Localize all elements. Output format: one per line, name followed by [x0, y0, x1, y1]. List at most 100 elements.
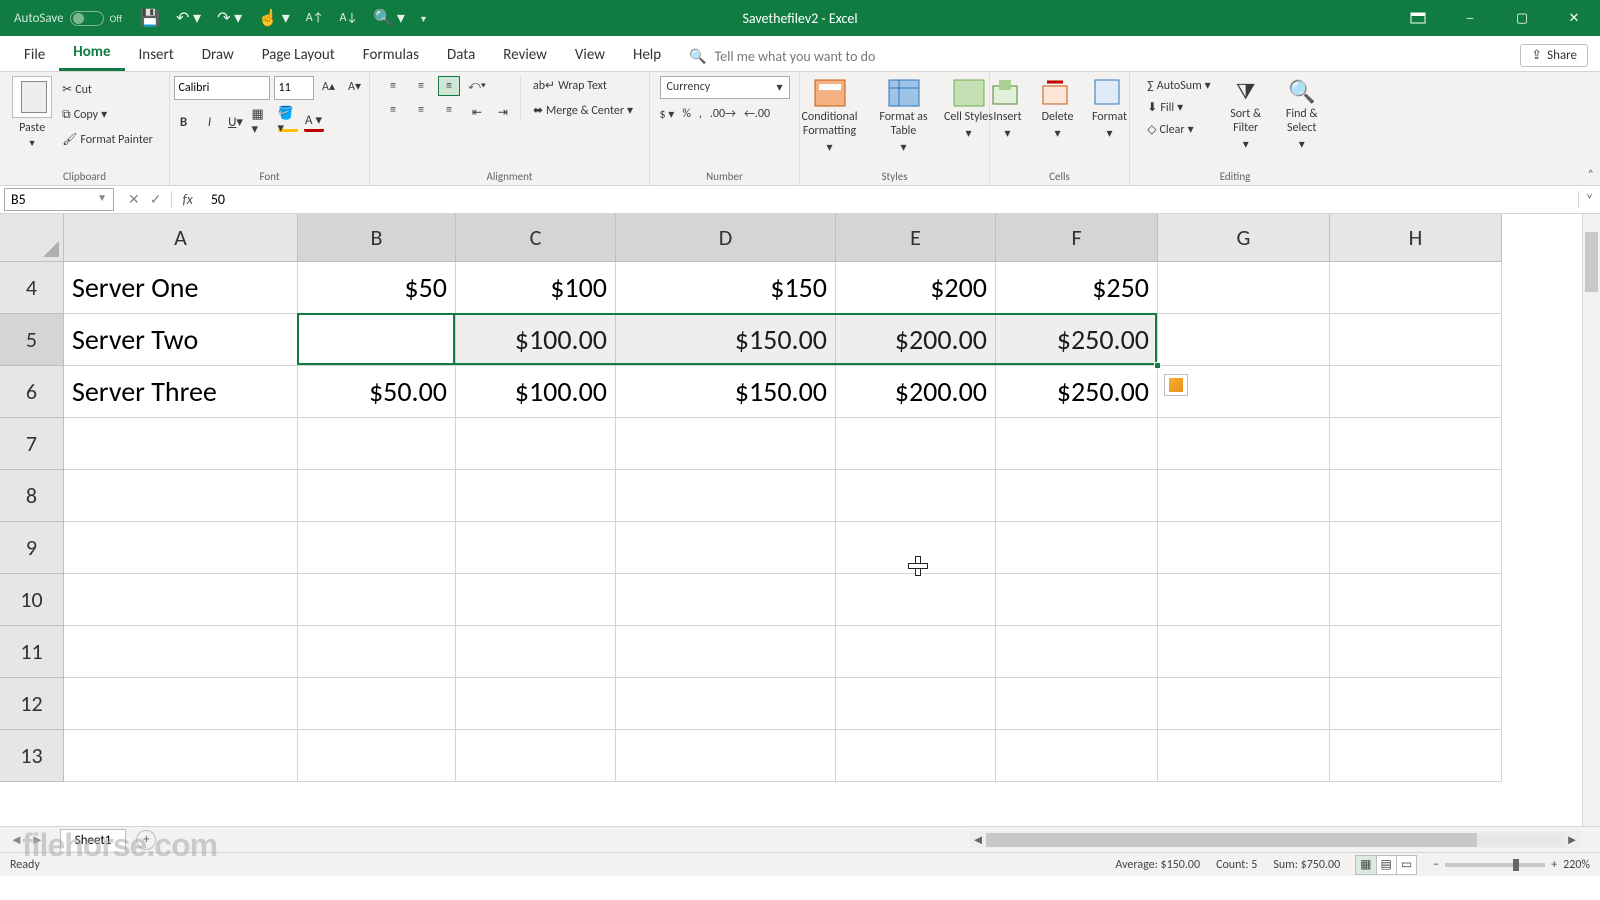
- grow-font-icon[interactable]: A▴: [318, 76, 340, 96]
- cell-B10[interactable]: [298, 574, 456, 626]
- cell-G11[interactable]: [1158, 626, 1330, 678]
- cell-H6[interactable]: [1330, 366, 1502, 418]
- paste-options-button[interactable]: [1164, 374, 1188, 396]
- cell-C7[interactable]: [456, 418, 616, 470]
- scroll-thumb[interactable]: [986, 833, 1477, 847]
- cell-C10[interactable]: [456, 574, 616, 626]
- redo-icon[interactable]: ↷ ▾: [217, 8, 242, 28]
- cell-A10[interactable]: [64, 574, 298, 626]
- cell-G12[interactable]: [1158, 678, 1330, 730]
- cell-F7[interactable]: [996, 418, 1158, 470]
- tab-draw[interactable]: Draw: [188, 38, 248, 71]
- cell-G4[interactable]: [1158, 262, 1330, 314]
- align-middle-icon[interactable]: ≡: [410, 76, 432, 96]
- align-right-icon[interactable]: ≡: [438, 100, 460, 120]
- cancel-formula-icon[interactable]: ✕: [128, 191, 140, 208]
- cell-F4[interactable]: $250: [996, 262, 1158, 314]
- zoom-out-icon[interactable]: −: [1433, 858, 1439, 872]
- row-header-6[interactable]: 6: [0, 366, 64, 418]
- autosum-button[interactable]: ∑AutoSum ▾: [1143, 76, 1214, 95]
- currency-icon[interactable]: $ ▾: [660, 107, 675, 122]
- cell-D5[interactable]: $150.00: [616, 314, 836, 366]
- cell-A5[interactable]: Server Two: [64, 314, 298, 366]
- cell-grid[interactable]: Server One$50$100$150$200$250Server Two$…: [64, 262, 1582, 826]
- name-box[interactable]: B5▼: [4, 188, 114, 211]
- ribbon-options-icon[interactable]: [1392, 0, 1444, 36]
- cell-C5[interactable]: $100.00: [456, 314, 616, 366]
- format-painter-button[interactable]: 🖌Format Painter: [58, 130, 157, 149]
- cell-B6[interactable]: $50.00: [298, 366, 456, 418]
- cell-A9[interactable]: [64, 522, 298, 574]
- tab-insert[interactable]: Insert: [125, 38, 188, 71]
- cell-C11[interactable]: [456, 626, 616, 678]
- cell-H9[interactable]: [1330, 522, 1502, 574]
- zoom-value[interactable]: 220%: [1563, 858, 1590, 872]
- close-icon[interactable]: ✕: [1548, 0, 1600, 36]
- customize-qat-icon[interactable]: ▾: [421, 12, 426, 25]
- cell-G5[interactable]: [1158, 314, 1330, 366]
- paste-button[interactable]: Paste ▼: [12, 76, 52, 149]
- cell-A11[interactable]: [64, 626, 298, 678]
- cell-B11[interactable]: [298, 626, 456, 678]
- cell-F11[interactable]: [996, 626, 1158, 678]
- tab-page-layout[interactable]: Page Layout: [248, 38, 349, 71]
- delete-cells-button[interactable]: Delete▾: [1036, 76, 1080, 141]
- cell-B5[interactable]: $50.00: [298, 314, 456, 366]
- page-break-view-icon[interactable]: ▭: [1396, 855, 1417, 875]
- cell-G7[interactable]: [1158, 418, 1330, 470]
- column-header-D[interactable]: D: [616, 214, 836, 262]
- column-header-A[interactable]: A: [64, 214, 298, 262]
- scroll-thumb[interactable]: [1585, 232, 1598, 292]
- column-header-H[interactable]: H: [1330, 214, 1502, 262]
- bold-button[interactable]: B: [174, 112, 194, 132]
- tab-review[interactable]: Review: [489, 38, 561, 71]
- orientation-icon[interactable]: ⤺▾: [466, 76, 488, 96]
- tab-help[interactable]: Help: [619, 38, 675, 71]
- maximize-icon[interactable]: ▢: [1496, 0, 1548, 36]
- cell-B8[interactable]: [298, 470, 456, 522]
- cell-H13[interactable]: [1330, 730, 1502, 782]
- horizontal-scrollbar[interactable]: ◄ ►: [970, 831, 1580, 848]
- cell-F10[interactable]: [996, 574, 1158, 626]
- cell-D4[interactable]: $150: [616, 262, 836, 314]
- worksheet[interactable]: ABCDEFGH 45678910111213 Server One$50$10…: [0, 214, 1600, 826]
- touch-mode-icon[interactable]: ☝ ▾: [258, 8, 290, 28]
- cell-E11[interactable]: [836, 626, 996, 678]
- vertical-scrollbar[interactable]: [1582, 214, 1600, 826]
- font-size-input[interactable]: [274, 76, 314, 100]
- cell-A13[interactable]: [64, 730, 298, 782]
- cell-E13[interactable]: [836, 730, 996, 782]
- cell-E5[interactable]: $200.00: [836, 314, 996, 366]
- cell-G10[interactable]: [1158, 574, 1330, 626]
- cell-H4[interactable]: [1330, 262, 1502, 314]
- cell-F8[interactable]: [996, 470, 1158, 522]
- cell-A12[interactable]: [64, 678, 298, 730]
- cell-E8[interactable]: [836, 470, 996, 522]
- cell-C8[interactable]: [456, 470, 616, 522]
- column-header-G[interactable]: G: [1158, 214, 1330, 262]
- align-top-icon[interactable]: ≡: [382, 76, 404, 96]
- row-header-8[interactable]: 8: [0, 470, 64, 522]
- italic-button[interactable]: I: [200, 112, 220, 132]
- collapse-ribbon-icon[interactable]: ˄: [1588, 168, 1594, 182]
- decrease-decimal-icon[interactable]: ←.00: [744, 107, 770, 122]
- format-as-table-button[interactable]: Format as Table ▾: [870, 76, 938, 155]
- fx-icon[interactable]: fx: [172, 191, 202, 208]
- select-all-corner[interactable]: [0, 214, 64, 262]
- increase-indent-icon[interactable]: ⇥: [492, 102, 514, 122]
- increase-decimal-icon[interactable]: .00→: [710, 107, 736, 122]
- cell-H11[interactable]: [1330, 626, 1502, 678]
- cell-C13[interactable]: [456, 730, 616, 782]
- cell-H7[interactable]: [1330, 418, 1502, 470]
- cell-F9[interactable]: [996, 522, 1158, 574]
- search-icon[interactable]: 🔍 ▾: [373, 8, 405, 28]
- percent-icon[interactable]: %: [682, 107, 691, 122]
- column-header-F[interactable]: F: [996, 214, 1158, 262]
- cell-F12[interactable]: [996, 678, 1158, 730]
- cell-E6[interactable]: $200.00: [836, 366, 996, 418]
- cell-G13[interactable]: [1158, 730, 1330, 782]
- insert-cells-button[interactable]: Insert▾: [986, 76, 1030, 141]
- tab-view[interactable]: View: [561, 38, 619, 71]
- font-color-button[interactable]: A ▾: [304, 112, 324, 132]
- page-layout-view-icon[interactable]: ▤: [1376, 855, 1397, 875]
